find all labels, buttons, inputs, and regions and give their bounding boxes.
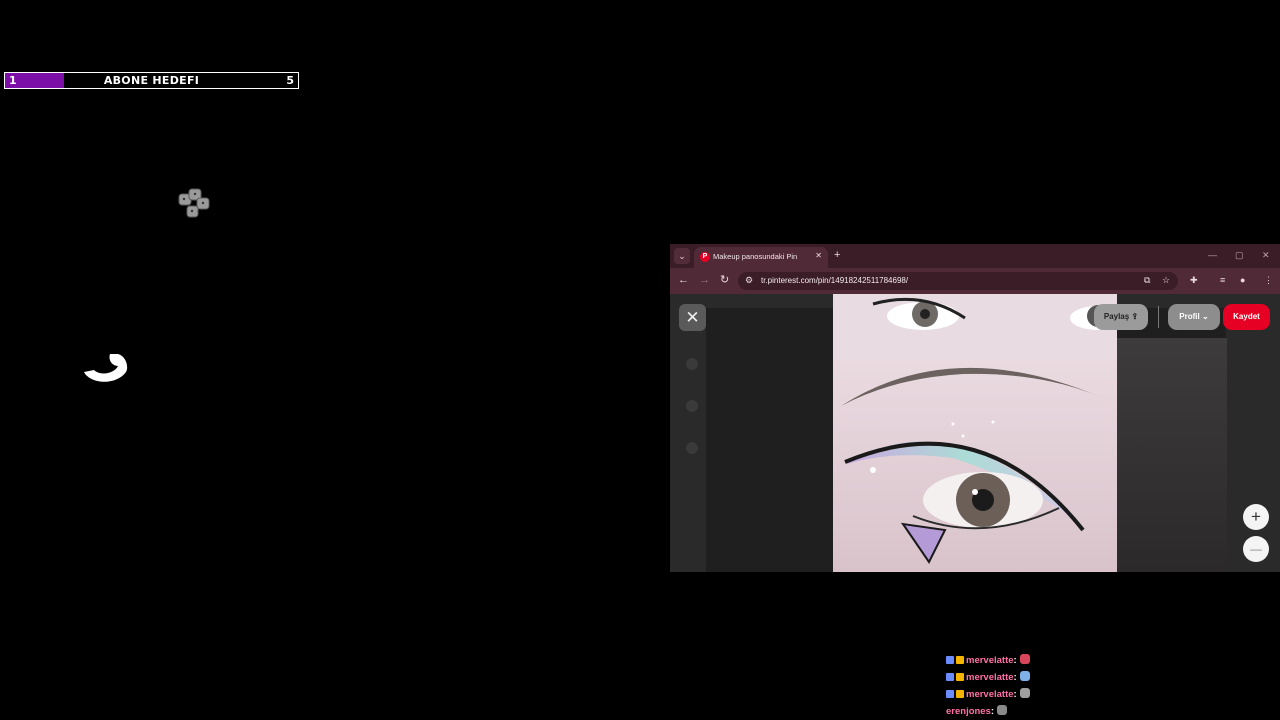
save-button[interactable]: Kaydet	[1223, 304, 1270, 330]
profile-dropdown-button[interactable]: Profil ⌄	[1168, 304, 1220, 330]
chat-username: mervelatte	[966, 672, 1014, 683]
media-control-icon[interactable]: ≡	[1220, 275, 1225, 285]
tab-search-button[interactable]: ⌄	[674, 248, 690, 264]
chat-username: mervelatte	[966, 655, 1014, 666]
chat-username: mervelatte	[966, 689, 1014, 700]
share-button[interactable]: Paylaş ⇪	[1094, 304, 1148, 330]
subscriber-badge-icon	[946, 656, 954, 664]
chat-separator: :	[1013, 689, 1017, 700]
browser-tab[interactable]: P Makeup panosundaki Pin ✕	[694, 247, 828, 268]
chat-message: mervelatte:	[946, 686, 1146, 703]
subscriber-goal-bar: 1 ABONE HEDEFI 5	[4, 72, 299, 89]
stream-chat: mervelatte: mervelatte: mervelatte: eren…	[946, 652, 1146, 720]
reload-button[interactable]: ↻	[720, 274, 729, 287]
goal-target-count: 5	[286, 74, 294, 87]
extensions-icon[interactable]: ✚	[1190, 275, 1198, 286]
emote-icon	[997, 705, 1008, 715]
blurred-related-pin	[1117, 338, 1227, 572]
pinterest-favicon-icon: P	[700, 252, 710, 262]
browser-window: ⌄ P Makeup panosundaki Pin ✕ + — ▢ ✕ ← →…	[670, 244, 1280, 572]
tab-close-icon[interactable]: ✕	[815, 251, 822, 260]
profile-avatar-icon[interactable]: ●	[1240, 275, 1245, 285]
chat-separator: :	[1013, 655, 1017, 666]
chat-message: erenjones:	[946, 703, 1146, 720]
share-icon: ⇪	[1131, 312, 1139, 321]
chevron-down-icon: ⌄	[1201, 312, 1209, 321]
emote-icon	[1019, 654, 1030, 664]
new-tab-button[interactable]: +	[834, 249, 840, 261]
bookmark-star-icon[interactable]: ☆	[1162, 275, 1170, 286]
subscriber-badge-icon	[946, 673, 954, 681]
address-bar[interactable]: ⚙ tr.pinterest.com/pin/14918242511784698…	[738, 272, 1178, 290]
chat-separator: :	[1013, 672, 1017, 683]
emote-icon	[1019, 688, 1030, 698]
profile-label: Profil	[1179, 312, 1200, 321]
browser-toolbar: ← → ↻ ⚙ tr.pinterest.com/pin/14918242511…	[670, 268, 1280, 294]
window-close-button[interactable]: ✕	[1262, 250, 1270, 261]
chat-message: mervelatte:	[946, 669, 1146, 686]
close-pin-button[interactable]: ✕	[679, 304, 706, 331]
subscriber-badge-icon	[946, 690, 954, 698]
goal-title: ABONE HEDEFI	[103, 74, 200, 87]
dice-icon	[178, 188, 210, 218]
crown-badge-icon	[956, 673, 964, 681]
minimize-button[interactable]: —	[1208, 250, 1217, 260]
tab-bar: ⌄ P Makeup panosundaki Pin ✕ + — ▢ ✕	[670, 244, 1280, 268]
menu-kebab-icon[interactable]: ⋮	[1264, 275, 1273, 286]
crown-badge-icon	[956, 690, 964, 698]
maximize-button[interactable]: ▢	[1235, 250, 1244, 261]
back-button[interactable]: ←	[678, 274, 689, 287]
emote-icon	[1019, 671, 1030, 681]
toolbar-divider	[1158, 306, 1159, 328]
pinterest-page: ✕ Paylaş ⇪ Profil ⌄ Kaydet + —	[670, 294, 1280, 572]
zoom-out-button[interactable]: —	[1243, 536, 1269, 562]
forward-button[interactable]: →	[699, 274, 710, 287]
url-text: tr.pinterest.com/pin/14918242511784698/	[761, 276, 909, 285]
share-label: Paylaş	[1103, 312, 1130, 321]
crown-badge-icon	[956, 656, 964, 664]
zoom-in-button[interactable]: +	[1243, 504, 1269, 530]
install-app-icon[interactable]: ⧉	[1144, 275, 1150, 286]
chat-separator: :	[990, 706, 995, 717]
chat-message: mervelatte:	[946, 652, 1146, 669]
hook-shape-icon	[84, 354, 128, 382]
site-info-icon[interactable]: ⚙	[745, 275, 753, 286]
tab-title: Makeup panosundaki Pin	[713, 252, 798, 261]
chat-username: erenjones	[946, 706, 991, 717]
pin-image[interactable]	[833, 294, 1117, 572]
